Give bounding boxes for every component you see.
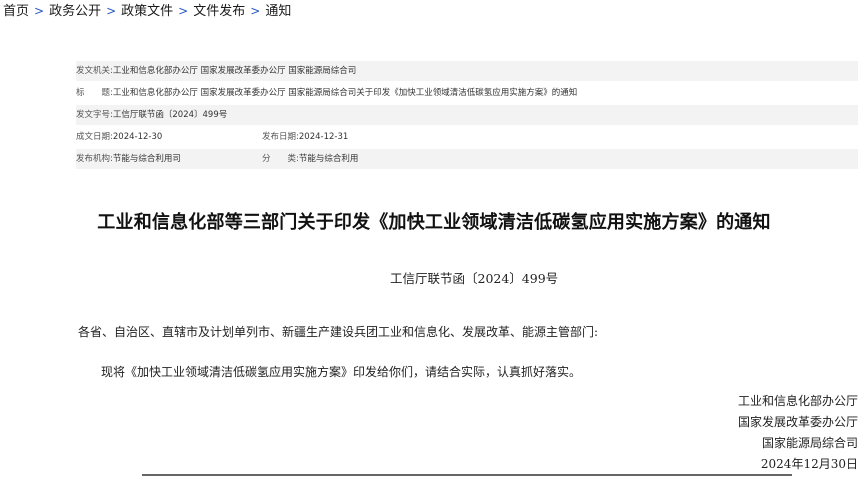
breadcrumb-home[interactable]: 首页: [3, 4, 29, 19]
document-body: 现将《加快工业领域清洁低碳氢应用实施方案》印发给你们，请结合实际，认真抓好落实。: [101, 365, 582, 379]
breadcrumb-doc-release[interactable]: 文件发布: [193, 4, 245, 19]
meta-published: 发布日期:2024-12-31: [262, 127, 348, 147]
breadcrumb-policy-docs[interactable]: 政策文件: [121, 4, 173, 19]
meta-issuer-value: 工业和信息化部办公厅 国家发展改革委办公厅 国家能源局综合司: [112, 66, 357, 76]
breadcrumb-separator: >: [106, 4, 117, 18]
meta-published-value: 2024-12-31: [298, 132, 349, 142]
meta-written-label: 成文日期:: [76, 132, 113, 142]
meta-issuer-label: 发文机关:: [76, 66, 113, 76]
meta-category-value: 节能与综合利用: [298, 154, 359, 164]
document-addressee: 各省、自治区、直辖市及计划单列市、新疆生产建设兵团工业和信息化、发展改革、能源主…: [78, 325, 599, 339]
breadcrumb-notice[interactable]: 通知: [265, 4, 291, 19]
breadcrumb-separator: >: [250, 4, 261, 18]
meta-docno-row: 发文字号:工信厅联节函〔2024〕499号: [76, 105, 858, 125]
breadcrumb-separator: >: [34, 4, 45, 18]
meta-category-label: 分 类:: [262, 154, 299, 164]
meta-issuer-row: 发文机关:工业和信息化部办公厅 国家发展改革委办公厅 国家能源局综合司: [76, 61, 858, 81]
meta-category: 分 类:节能与综合利用: [262, 149, 358, 169]
divider: [142, 474, 792, 476]
document-title: 工业和信息化部等三部门关于印发《加快工业领域清洁低碳氢应用实施方案》的通知: [97, 212, 771, 234]
signatory-miit: 工业和信息化部办公厅: [737, 394, 858, 408]
signatory-nea: 国家能源局综合司: [761, 436, 858, 450]
meta-title-row: 标 题:工业和信息化部办公厅 国家发展改革委办公厅 国家能源局综合司关于印发《加…: [76, 83, 858, 103]
signature-date: 2024年12月30日: [760, 457, 858, 471]
breadcrumb: 首页 > 政务公开 > 政策文件 > 文件发布 > 通知: [3, 2, 291, 20]
breadcrumb-separator: >: [178, 4, 189, 18]
signatory-ndrc: 国家发展改革委办公厅: [737, 415, 858, 429]
meta-title-label: 标 题:: [76, 88, 113, 98]
meta-org-value: 节能与综合利用司: [112, 154, 181, 164]
document-metadata: 发文机关:工业和信息化部办公厅 国家发展改革委办公厅 国家能源局综合司 标 题:…: [76, 61, 858, 171]
meta-dates-row: 成文日期:2024-12-30 发布日期:2024-12-31: [76, 127, 858, 147]
meta-org-row: 发布机构:节能与综合利用司 分 类:节能与综合利用: [76, 149, 858, 169]
document-number: 工信厅联节函〔2024〕499号: [390, 271, 559, 286]
meta-published-label: 发布日期:: [262, 132, 299, 142]
meta-docno-label: 发文字号:: [76, 110, 113, 120]
breadcrumb-gov-affairs[interactable]: 政务公开: [49, 4, 101, 19]
meta-org-label: 发布机构:: [76, 154, 113, 164]
signature-block: 工业和信息化部办公厅 国家发展改革委办公厅 国家能源局综合司 2024年12月3…: [738, 391, 858, 475]
meta-title-value: 工业和信息化部办公厅 国家发展改革委办公厅 国家能源局综合司关于印发《加快工业领…: [112, 88, 578, 98]
meta-written-value: 2024-12-30: [112, 132, 163, 142]
meta-docno-value: 工信厅联节函〔2024〕499号: [112, 110, 228, 120]
